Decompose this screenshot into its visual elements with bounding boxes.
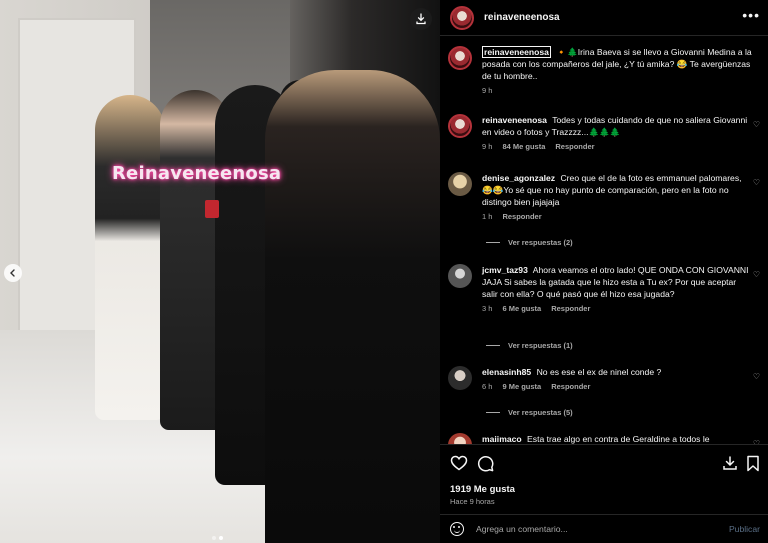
- comment-likes[interactable]: 84 Me gusta: [502, 141, 545, 153]
- avatar[interactable]: [450, 5, 474, 30]
- replies-line: [486, 412, 500, 413]
- heart-icon[interactable]: ♡: [753, 120, 760, 129]
- comment-body: denise_agonzalez Creo que el de la foto …: [482, 172, 752, 223]
- comment-time: 6 h: [482, 382, 493, 391]
- bookmark-icon[interactable]: [746, 455, 760, 472]
- more-horizontal-icon[interactable]: •••: [742, 8, 760, 22]
- reply-button[interactable]: Responder: [502, 211, 541, 223]
- view-replies-button[interactable]: Ver respuestas (2): [486, 238, 573, 247]
- person-figure: [95, 95, 165, 420]
- heart-icon[interactable]: ♡: [753, 372, 760, 381]
- comment-username[interactable]: denise_agonzalez: [482, 173, 555, 183]
- view-replies-label: Ver respuestas (5): [508, 408, 573, 417]
- comment-username[interactable]: maiimaco: [482, 434, 522, 444]
- view-replies-button[interactable]: Ver respuestas (5): [486, 408, 573, 417]
- reply-button[interactable]: Responder: [551, 381, 590, 393]
- comment-likes[interactable]: 9 Me gusta: [502, 381, 541, 393]
- post-header: reinaveneenosa •••: [440, 0, 768, 36]
- carousel-dot: [212, 536, 216, 540]
- caption-body: reinaveneenosa 🔸🌲Irina Baeva si se llevo…: [482, 46, 752, 97]
- likes-count[interactable]: 1919 Me gusta: [450, 484, 515, 495]
- comment-time: 9 h: [482, 142, 493, 151]
- view-replies-button[interactable]: Ver respuestas (1): [486, 341, 573, 350]
- view-replies-label: Ver respuestas (1): [508, 341, 573, 350]
- comment-username[interactable]: reinaveneenosa: [482, 115, 547, 125]
- comment-input[interactable]: [476, 524, 729, 534]
- comment-meta: 1 h Responder: [482, 211, 752, 223]
- red-cup: [205, 200, 219, 218]
- post-timestamp: Hace 9 horas: [450, 497, 495, 506]
- header-username[interactable]: reinaveneenosa: [484, 12, 560, 23]
- comment-meta: 6 h 9 Me gusta Responder: [482, 381, 752, 393]
- replies-line: [486, 242, 500, 243]
- download-button[interactable]: [410, 8, 432, 30]
- caption-meta: 9 h: [482, 85, 752, 97]
- post-button[interactable]: Publicar: [729, 524, 760, 534]
- post-media[interactable]: Reinaveneenosa: [0, 0, 440, 543]
- comment-body: elenasinh85 No es ese el ex de ninel con…: [482, 366, 752, 393]
- add-comment-bar: Publicar: [440, 514, 768, 543]
- emoji-icon[interactable]: [450, 522, 464, 536]
- heart-icon[interactable]: ♡: [753, 270, 760, 279]
- replies-line: [486, 345, 500, 346]
- comment-time: 1 h: [482, 212, 493, 221]
- view-replies-label: Ver respuestas (2): [508, 238, 573, 247]
- comment-text: No es ese el ex de ninel conde ?: [536, 367, 662, 377]
- carousel-indicator: [212, 536, 223, 540]
- comment-meta: 9 h 84 Me gusta Responder: [482, 141, 752, 153]
- avatar[interactable]: [448, 264, 472, 288]
- avatar[interactable]: [448, 172, 472, 196]
- watermark: Reinaveneenosa: [112, 163, 282, 184]
- carousel-dot-active: [219, 536, 223, 540]
- post-side-panel: reinaveneenosa ••• reinaveneenosa 🔸🌲Irin…: [440, 0, 768, 543]
- heart-icon[interactable]: ♡: [753, 178, 760, 187]
- download-icon: [416, 13, 426, 25]
- avatar[interactable]: [448, 433, 472, 444]
- caption-username[interactable]: reinaveneenosa: [482, 46, 551, 58]
- comment-body: maiimaco Esta trae algo en contra de Ger…: [482, 433, 752, 444]
- heart-icon[interactable]: [450, 455, 468, 471]
- comment-time: 3 h: [482, 304, 493, 313]
- comment-text: Esta trae algo en contra de Geraldine a …: [527, 434, 710, 444]
- avatar[interactable]: [448, 114, 472, 138]
- comment-username[interactable]: jcmv_taz93: [482, 265, 528, 275]
- post-actions: [440, 444, 768, 482]
- comment-username[interactable]: elenasinh85: [482, 367, 531, 377]
- reply-button[interactable]: Responder: [555, 141, 594, 153]
- comment-body: reinaveneenosa Todes y todas cuidando de…: [482, 114, 752, 153]
- chevron-left-icon: [10, 269, 15, 277]
- share-icon[interactable]: [722, 455, 738, 471]
- avatar[interactable]: [448, 46, 472, 70]
- comment-likes[interactable]: 6 Me gusta: [502, 303, 541, 315]
- previous-media-button[interactable]: [4, 264, 22, 282]
- person-figure: [265, 70, 440, 543]
- reply-button[interactable]: Responder: [551, 303, 590, 315]
- avatar[interactable]: [448, 366, 472, 390]
- comment-meta: 3 h 6 Me gusta Responder: [482, 303, 752, 315]
- comment-icon[interactable]: [477, 455, 494, 472]
- comments-list[interactable]: reinaveneenosa 🔸🌲Irina Baeva si se llevo…: [440, 36, 768, 444]
- caption-time: 9 h: [482, 86, 493, 95]
- comment-body: jcmv_taz93 Ahora veamos el otro lado! QU…: [482, 264, 752, 315]
